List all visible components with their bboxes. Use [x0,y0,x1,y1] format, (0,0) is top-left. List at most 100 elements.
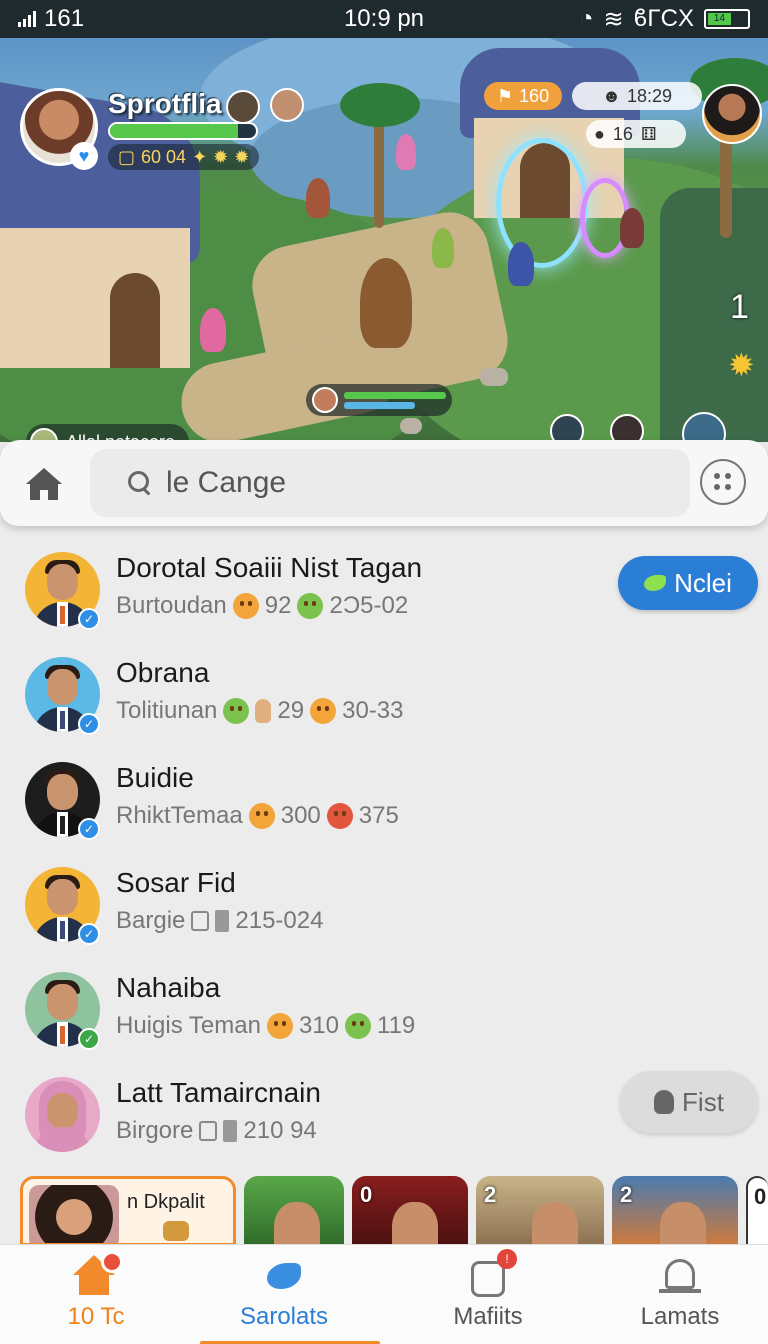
home-icon[interactable] [22,462,66,506]
laugh-icon [297,593,324,619]
party-member-icon[interactable] [610,414,644,442]
verified-icon: ✓ [78,1028,100,1050]
heart-icon: ♥ [70,142,98,170]
friend-name: Sosar Fid [116,867,236,898]
fist-icon [654,1090,675,1114]
story-card[interactable]: 0 [746,1176,768,1246]
signal-icon [18,11,36,27]
counter-pill[interactable]: ● 16 ⚅ [586,120,686,148]
story-card[interactable] [244,1176,344,1246]
friend-subtitle: Huigis Teman 310 119 [116,1012,416,1039]
game-scene[interactable]: ♥ Sprotflia ▢ 60 04 ✦ ✹ ✹ ⚑ 160 ☻ 18:29 … [0,38,768,442]
resource-pill[interactable]: ⚑ 160 [484,82,562,110]
hero-character[interactable] [360,258,412,348]
palm-tree [374,118,384,228]
list-item[interactable]: ✓ Obrana Tolitiunan 29 30-33 [0,641,768,746]
friend-name: Buidie [116,762,194,793]
verified-icon: ✓ [78,713,100,735]
target-avatar [312,387,338,413]
wifi-icon: ≋ [603,5,624,33]
list-item[interactable]: ✓ Nahaiba Huigis Teman 310 119 [0,956,768,1061]
sun-icon[interactable]: ✹ [728,346,755,384]
companion-icon[interactable] [226,90,260,124]
more-dots-icon[interactable] [700,459,746,505]
wave-icon [255,699,272,723]
gear-icon: ✹ [234,146,250,167]
nav-home[interactable]: 10 Tc [0,1245,192,1344]
nav-messages[interactable]: ! Mafiits [392,1245,584,1344]
story-count: 2 [620,1182,633,1207]
status-bar: 161 10:9 pn ◔ ≋ ϐΓCX 14 [0,0,768,38]
smile-icon [248,803,275,829]
bell-icon [657,1255,703,1297]
shield-icon: ▢ [118,146,136,167]
fist-button[interactable]: Fist [620,1071,758,1133]
story-card[interactable]: 0 [352,1176,468,1246]
npc-character[interactable] [508,242,534,286]
network-label: ϐΓCX [633,5,694,32]
party-member-icon[interactable] [550,414,584,442]
side-counter[interactable]: 1 [730,288,749,327]
avatar [25,1077,100,1152]
friend-subtitle: Birgore 210 94 [116,1117,317,1144]
story-count: 0 [360,1182,373,1207]
nav-home-label: 10 Tc [67,1303,125,1330]
nav-more[interactable]: Lamats [584,1245,768,1344]
friend-subtitle: RhiktTemaa 300 375 [116,802,399,829]
friend-name: Dorotal Soaiii Nist Tagan [116,552,423,583]
story-card[interactable]: 2 [612,1176,738,1246]
gear-icon: ✹ [213,146,229,167]
list-item[interactable]: ✓ Buidie RhiktTemaa 300 375 [0,746,768,851]
timer-pill[interactable]: ☻ 18:29 [572,82,702,110]
search-bar: le Cange [0,440,768,526]
follow-button[interactable]: Nclei [618,556,758,610]
calendar-icon [191,911,210,931]
story-strip: n Dkpalit 0 2 2 0 [0,1172,768,1246]
friend-list: ✓ Dorotal Soaiii Nist Tagan Burtoudan 92… [0,536,768,1166]
npc-character[interactable] [306,178,330,218]
nav-social[interactable]: Sarolats [188,1245,380,1344]
xp-bar [108,122,258,140]
star-icon: ✦ [192,146,208,167]
verified-icon: ✓ [78,608,100,630]
npc-character[interactable] [396,134,416,170]
battery-level: 14 [708,13,731,25]
nav-messages-label: Mafiits [453,1303,523,1330]
friend-name: Nahaiba [116,972,221,1003]
monkey-icon: ☻ [602,85,621,106]
story-card[interactable]: n Dkpalit [20,1176,236,1246]
verified-icon: ✓ [78,818,100,840]
npc-character[interactable] [620,208,644,248]
magic-portal[interactable] [496,138,588,268]
story-label: n Dkpalit [127,1191,205,1213]
story-avatar [29,1185,119,1243]
resource-amount: 160 [519,85,550,106]
npc-character[interactable] [200,308,226,352]
list-item[interactable]: ✓ Sosar Fid Bargie 215-024 [0,851,768,956]
friend-name: Latt Tamaircnain [116,1077,321,1108]
nav-more-label: Lamats [640,1303,720,1330]
player-stats: ▢ 60 04 ✦ ✹ ✹ [108,144,260,170]
signal-strength: 161 [44,5,85,32]
friend-subtitle: Tolitiunan 29 30-33 [116,697,404,724]
bottom-nav: 10 Tc Sarolats ! Mafiits Lamats [0,1244,768,1344]
home-icon [73,1251,123,1297]
cliff [660,188,768,442]
bird-icon [261,1255,307,1297]
friend-subtitle: Bargie 215-024 [116,907,324,934]
document-icon [215,910,230,932]
player-name: Sprotflia [108,88,222,119]
target-health [306,384,452,416]
list-item[interactable]: ✓ Dorotal Soaiii Nist Tagan Burtoudan 92… [0,536,768,641]
list-item[interactable]: Latt Tamaircnain Birgore 210 94 Fist [0,1061,768,1166]
timer-value: 18:29 [626,85,672,106]
angry-icon [326,803,353,829]
companion-icon[interactable] [270,88,304,122]
story-card[interactable]: 2 [476,1176,604,1246]
npc-character[interactable] [432,228,454,268]
player-stats-value: 60 04 [141,146,187,167]
friend-avatar[interactable] [702,84,762,144]
dog-icon [310,698,337,724]
search-input[interactable]: le Cange [90,449,690,517]
verified-icon: ✓ [78,923,100,945]
